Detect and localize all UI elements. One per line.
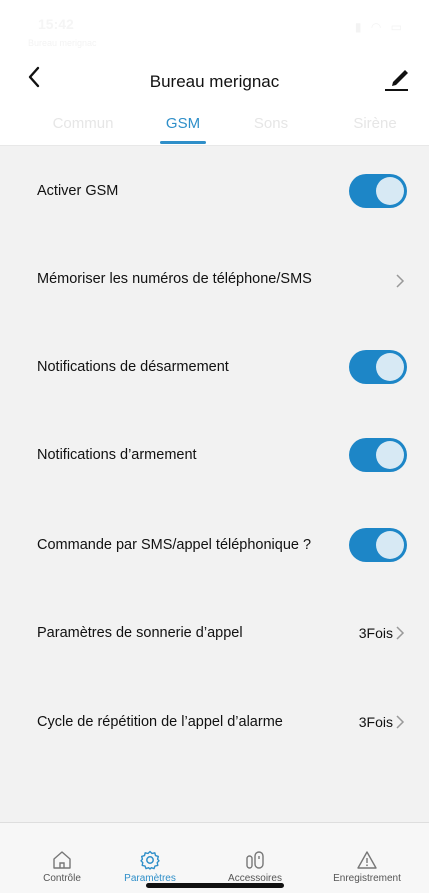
status-subtitle: Bureau merignac — [28, 38, 97, 48]
nav-label: Contrôle — [43, 873, 81, 884]
setting-label: Activer GSM — [37, 183, 119, 199]
commande-sms-toggle[interactable] — [349, 528, 407, 562]
activer-gsm-toggle[interactable] — [349, 174, 407, 208]
nav-label: Enregistrement — [333, 873, 401, 884]
setting-label: Cycle de répétition de l’appel d’alarme — [37, 714, 283, 730]
home-indicator — [146, 883, 284, 888]
tab-sirene[interactable]: Sirène — [340, 115, 410, 132]
active-tab-indicator — [160, 141, 206, 144]
chevron-right-icon — [396, 715, 405, 729]
setting-label: Notifications d’armement — [37, 447, 197, 463]
nav-item-controle[interactable]: Contrôle — [12, 823, 112, 887]
page-title: Bureau merignac — [149, 72, 280, 91]
setting-row-memoriser-numeros[interactable]: Mémoriser les numéros de téléphone/SMS — [0, 262, 429, 302]
setting-row-notif-armement: Notifications d’armement — [0, 436, 429, 476]
setting-row-commande-sms: Commande par SMS/appel téléphonique ? — [0, 526, 429, 566]
setting-row-activer-gsm: Activer GSM — [0, 172, 429, 212]
nav-item-enregistrement[interactable]: Enregistrement — [317, 823, 417, 887]
tab-gsm[interactable]: GSM — [143, 115, 223, 132]
setting-label: Paramètres de sonnerie d’appel — [37, 625, 243, 641]
edit-button[interactable] — [381, 62, 413, 94]
setting-value: 3Fois — [358, 625, 393, 641]
setting-row-sonnerie-appel[interactable]: Paramètres de sonnerie d’appel 3Fois — [0, 616, 429, 656]
status-icons: ▮ ◠ ▭ — [354, 20, 405, 34]
navigation-bar: Bureau merignac — [0, 52, 429, 104]
setting-value: 3Fois — [358, 714, 393, 730]
gear-icon — [140, 850, 160, 870]
settings-tabs: Commun GSM Sons Sirène — [0, 104, 429, 146]
setting-row-notif-desarmement: Notifications de désarmement — [0, 348, 429, 388]
nav-item-accessoires[interactable]: Accessoires — [205, 823, 305, 887]
chevron-right-icon — [396, 274, 405, 288]
tab-sons[interactable]: Sons — [236, 115, 306, 132]
warning-icon — [357, 851, 377, 869]
status-bar: 15:42 Bureau merignac ▮ ◠ ▭ — [0, 0, 429, 52]
setting-label: Commande par SMS/appel téléphonique ? — [37, 537, 312, 553]
setting-label: Mémoriser les numéros de téléphone/SMS — [37, 271, 312, 287]
toggle-knob — [376, 531, 404, 559]
tab-commun[interactable]: Commun — [43, 115, 123, 132]
setting-row-cycle-repetition[interactable]: Cycle de répétition de l’appel d’alarme … — [0, 705, 429, 745]
toggle-knob — [376, 441, 404, 469]
chevron-right-icon — [396, 626, 405, 640]
status-time: 15:42 — [38, 16, 74, 32]
notif-armement-toggle[interactable] — [349, 438, 407, 472]
pencil-icon — [385, 70, 408, 91]
setting-label: Notifications de désarmement — [37, 359, 229, 375]
home-icon — [53, 851, 71, 869]
nav-item-parametres[interactable]: Paramètres — [100, 823, 200, 887]
notif-desarmement-toggle[interactable] — [349, 350, 407, 384]
toggle-knob — [376, 177, 404, 205]
toggle-knob — [376, 353, 404, 381]
sensor-icon — [246, 851, 264, 869]
